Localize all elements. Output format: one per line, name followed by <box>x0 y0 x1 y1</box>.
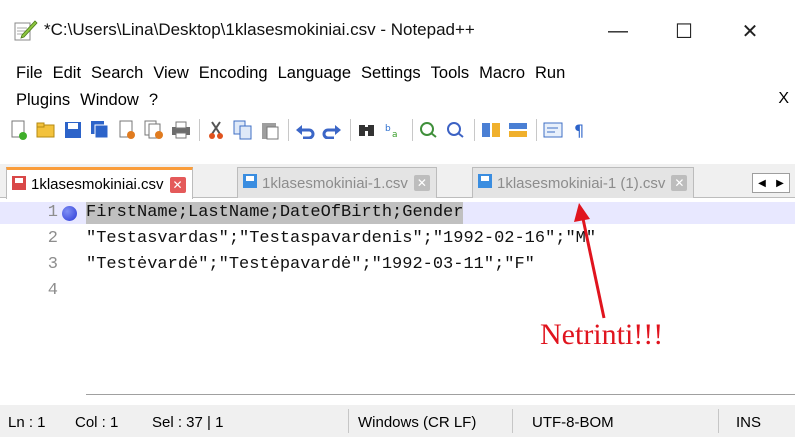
scroll-left-icon[interactable]: ◀ <box>758 178 766 189</box>
file-modified-icon <box>11 175 27 195</box>
find-icon[interactable] <box>356 119 378 141</box>
svg-text:b: b <box>385 124 391 134</box>
redo-icon[interactable] <box>321 119 343 141</box>
close-document-button[interactable]: X <box>778 90 789 108</box>
print-icon[interactable] <box>170 119 192 141</box>
sync-vertical-icon[interactable] <box>480 119 502 141</box>
status-eol[interactable]: Windows (CR LF) <box>358 414 476 431</box>
bookmark-icon <box>62 206 77 221</box>
menu-tools[interactable]: Tools <box>426 62 475 84</box>
close-icon[interactable] <box>116 119 138 141</box>
svg-text:¶: ¶ <box>574 121 584 139</box>
tab-close-icon[interactable]: ✕ <box>413 175 430 191</box>
status-divider <box>718 409 719 433</box>
editor-area[interactable]: 1 FirstName;LastName;DateOfBirth;Gender … <box>0 199 795 395</box>
replace-icon[interactable]: ba <box>383 119 405 141</box>
save-all-icon[interactable] <box>89 119 111 141</box>
annotation-text: Netrinti!!! <box>540 318 664 351</box>
show-all-chars-icon[interactable]: ¶ <box>569 119 591 141</box>
tab-label: 1klasesmokiniai-1.csv <box>262 174 408 192</box>
file-saved-icon <box>477 173 493 193</box>
editor-line-4[interactable]: 4 <box>0 280 795 302</box>
zoom-in-icon[interactable] <box>418 119 440 141</box>
menu-plugins[interactable]: Plugins <box>11 89 75 111</box>
sync-horizontal-icon[interactable] <box>507 119 529 141</box>
new-file-icon[interactable] <box>8 119 30 141</box>
save-icon[interactable] <box>62 119 84 141</box>
menu-settings[interactable]: Settings <box>356 62 426 84</box>
maximize-button[interactable]: ☐ <box>661 14 707 48</box>
editor-line-2[interactable]: 2 "Testasvardas";"Testaspavardenis";"199… <box>0 228 795 250</box>
line-text[interactable]: "Testasvardas";"Testaspavardenis";"1992-… <box>86 228 596 250</box>
menu-file[interactable]: File <box>11 62 48 84</box>
zoom-out-icon[interactable] <box>445 119 467 141</box>
status-selection: Sel : 37 | 1 <box>152 414 224 431</box>
menu-row-1: File Edit Search View Encoding Language … <box>11 62 570 84</box>
copy-icon[interactable] <box>232 119 254 141</box>
tab-scroll-buttons[interactable]: ◀ ▶ <box>752 173 790 193</box>
open-file-icon[interactable] <box>35 119 57 141</box>
toolbar-separator <box>536 119 537 141</box>
tab-1klasesmokiniai-1[interactable]: 1klasesmokiniai-1.csv ✕ <box>237 167 437 198</box>
toolbar-separator <box>412 119 413 141</box>
notepad-plus-plus-icon <box>14 20 38 42</box>
status-divider <box>512 409 513 433</box>
menu-row-2: Plugins Window ? <box>11 89 163 111</box>
line-number: 2 <box>47 229 58 248</box>
menu-window[interactable]: Window <box>75 89 144 111</box>
toolbar-separator <box>474 119 475 141</box>
menu-macro[interactable]: Macro <box>474 62 530 84</box>
status-encoding[interactable]: UTF-8-BOM <box>532 414 614 431</box>
toolbar-separator <box>350 119 351 141</box>
editor-line-3[interactable]: 3 "Testėvardė";"Testėpavardė";"1992-03-1… <box>0 254 795 276</box>
status-column: Col : 1 <box>75 414 119 431</box>
menu-search[interactable]: Search <box>86 62 148 84</box>
menu-bar: File Edit Search View Encoding Language … <box>0 59 795 111</box>
paste-icon[interactable] <box>259 119 281 141</box>
line-text[interactable]: "Testėvardė";"Testėpavardė";"1992-03-11"… <box>86 254 535 276</box>
tab-close-icon[interactable]: ✕ <box>169 176 186 193</box>
toolbar-separator <box>199 119 200 141</box>
menu-run[interactable]: Run <box>530 62 570 84</box>
svg-text:a: a <box>392 130 398 139</box>
close-window-button[interactable]: ✕ <box>727 14 773 48</box>
line-number: 1 <box>47 203 58 222</box>
word-wrap-icon[interactable] <box>542 119 564 141</box>
line-number: 4 <box>47 281 58 300</box>
menu-view[interactable]: View <box>148 62 193 84</box>
toolbar-separator <box>288 119 289 141</box>
scroll-right-icon[interactable]: ▶ <box>776 178 784 189</box>
tab-1klasesmokiniai-1-1[interactable]: 1klasesmokiniai-1 (1).csv ✕ <box>472 167 695 198</box>
window-title: *C:\Users\Lina\Desktop\1klasesmokiniai.c… <box>44 20 475 39</box>
tab-close-icon[interactable]: ✕ <box>671 175 688 191</box>
title-bar: *C:\Users\Lina\Desktop\1klasesmokiniai.c… <box>0 0 795 58</box>
tab-label: 1klasesmokiniai.csv <box>31 176 164 193</box>
status-insert-mode[interactable]: INS <box>736 414 761 431</box>
toolbar: ba ¶ <box>8 116 596 144</box>
status-divider <box>348 409 349 433</box>
line-number: 3 <box>47 255 58 274</box>
cut-icon[interactable] <box>205 119 227 141</box>
undo-icon[interactable] <box>294 119 316 141</box>
minimize-button[interactable]: — <box>595 14 641 48</box>
menu-language[interactable]: Language <box>273 62 356 84</box>
tab-label: 1klasesmokiniai-1 (1).csv <box>497 174 666 192</box>
status-line: Ln : 1 <box>8 414 46 431</box>
tab-1klasesmokiniai[interactable]: 1klasesmokiniai.csv ✕ <box>6 167 193 199</box>
menu-help[interactable]: ? <box>144 89 163 111</box>
tab-bar: 1klasesmokiniai.csv ✕ 1klasesmokiniai-1.… <box>0 164 795 199</box>
file-saved-icon <box>242 173 258 193</box>
menu-encoding[interactable]: Encoding <box>194 62 273 84</box>
close-all-icon[interactable] <box>143 119 165 141</box>
status-bar: Ln : 1 Col : 1 Sel : 37 | 1 Windows (CR … <box>0 405 795 437</box>
editor-line-1[interactable]: 1 FirstName;LastName;DateOfBirth;Gender <box>0 202 795 224</box>
menu-edit[interactable]: Edit <box>48 62 86 84</box>
line-text[interactable]: FirstName;LastName;DateOfBirth;Gender <box>86 202 464 224</box>
